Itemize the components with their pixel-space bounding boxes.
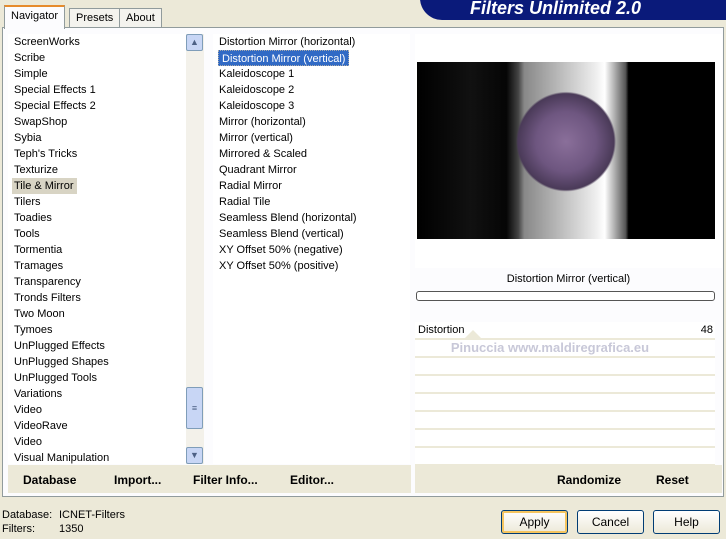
preview-filter-name: Distortion Mirror (vertical) xyxy=(506,273,631,285)
category-list[interactable]: ScreenWorks Scribe Simple Special Effects 1… xyxy=(8,34,186,464)
tab-presets[interactable]: Presets xyxy=(69,8,121,28)
filter-item[interactable]: Seamless Blend (vertical) xyxy=(213,226,410,242)
category-item[interactable]: VideoRave xyxy=(8,418,186,434)
category-item[interactable]: Toadies xyxy=(8,210,186,226)
database-label: Database: xyxy=(2,509,53,521)
watermark: Pinuccia www.maldiregrafica.eu xyxy=(450,340,650,355)
filter-item[interactable]: Mirrored & Scaled xyxy=(213,146,410,162)
filter-item[interactable]: Radial Tile xyxy=(213,194,410,210)
param-value: 48 xyxy=(700,324,713,336)
category-item[interactable]: UnPlugged Effects xyxy=(8,338,186,354)
filters-label: Filters: xyxy=(2,523,35,535)
category-item[interactable]: Variations xyxy=(8,386,186,402)
category-item[interactable]: UnPlugged Tools xyxy=(8,370,186,386)
app-title-banner: Filters Unlimited 2.0 xyxy=(420,0,726,20)
database-button[interactable]: Database xyxy=(23,473,76,487)
category-item[interactable]: Scribe xyxy=(8,50,186,66)
param-row[interactable]: Distortion 48 xyxy=(415,322,715,340)
category-item[interactable]: Special Effects 1 xyxy=(8,82,186,98)
database-value: ICNET-Filters xyxy=(59,509,125,521)
category-item[interactable]: ScreenWorks xyxy=(8,34,186,50)
category-item[interactable]: Special Effects 2 xyxy=(8,98,186,114)
filter-item[interactable]: Distortion Mirror (horizontal) xyxy=(213,34,410,50)
category-item[interactable]: Tormentia xyxy=(8,242,186,258)
filter-item[interactable]: Distortion Mirror (vertical) xyxy=(218,50,350,66)
filter-item[interactable]: Mirror (horizontal) xyxy=(213,114,410,130)
left-button-bar: Database Import... Filter Info... Editor… xyxy=(8,465,411,493)
category-item[interactable]: Tile & Mirror xyxy=(12,178,78,194)
import-button[interactable]: Import... xyxy=(114,473,161,487)
tab-about[interactable]: About xyxy=(119,8,162,28)
filter-item[interactable]: Kaleidoscope 2 xyxy=(213,82,410,98)
category-item[interactable]: Video xyxy=(8,434,186,450)
category-item[interactable]: SwapShop xyxy=(8,114,186,130)
right-button-bar: Randomize Reset xyxy=(415,465,722,493)
scroll-down-icon[interactable]: ▼ xyxy=(186,447,203,464)
tab-navigator[interactable]: Navigator xyxy=(4,5,66,29)
filter-item[interactable]: XY Offset 50% (positive) xyxy=(213,258,410,274)
param-row-empty xyxy=(415,376,715,394)
category-item[interactable]: Tronds Filters xyxy=(8,290,186,306)
category-item[interactable]: Teph's Tricks xyxy=(8,146,186,162)
filter-item[interactable]: XY Offset 50% (negative) xyxy=(213,242,410,258)
param-label: Distortion xyxy=(418,324,465,336)
param-row-empty xyxy=(415,430,715,448)
filter-info-button[interactable]: Filter Info... xyxy=(193,473,258,487)
help-button[interactable]: Help xyxy=(653,510,720,534)
filters-count: 1350 xyxy=(59,523,84,535)
category-scrollbar[interactable]: ▲ ≡ ▼ xyxy=(186,34,204,464)
category-item[interactable]: Simple xyxy=(8,66,186,82)
filter-item[interactable]: Radial Mirror xyxy=(213,178,410,194)
filter-item[interactable]: Kaleidoscope 1 xyxy=(213,66,410,82)
category-item[interactable]: UnPlugged Shapes xyxy=(8,354,186,370)
param-row-empty xyxy=(415,394,715,412)
category-item[interactable]: Tilers xyxy=(8,194,186,210)
category-item[interactable]: Tramages xyxy=(8,258,186,274)
randomize-button[interactable]: Randomize xyxy=(557,473,621,487)
category-item[interactable]: Transparency xyxy=(8,274,186,290)
filter-item[interactable]: Seamless Blend (horizontal) xyxy=(213,210,410,226)
category-item[interactable]: Texturize xyxy=(8,162,186,178)
filter-item[interactable]: Kaleidoscope 3 xyxy=(213,98,410,114)
category-item[interactable]: Visual Manipulation xyxy=(8,450,186,464)
filter-item[interactable]: Quadrant Mirror xyxy=(213,162,410,178)
reset-button[interactable]: Reset xyxy=(656,473,689,487)
param-row-empty xyxy=(415,358,715,376)
progress-bar xyxy=(416,291,715,301)
category-item[interactable]: Tymoes xyxy=(8,322,186,338)
preview-area xyxy=(415,34,722,268)
category-item[interactable]: Tools xyxy=(8,226,186,242)
category-item[interactable]: Sybia xyxy=(8,130,186,146)
apply-button[interactable]: Apply xyxy=(501,510,568,534)
filter-list[interactable]: Distortion Mirror (horizontal) Distortion… xyxy=(213,34,410,464)
param-row-empty xyxy=(415,448,715,466)
category-item[interactable]: Video xyxy=(8,402,186,418)
param-row-empty xyxy=(415,412,715,430)
preview-image xyxy=(417,62,715,239)
filter-item[interactable]: Mirror (vertical) xyxy=(213,130,410,146)
category-item[interactable]: Two Moon xyxy=(8,306,186,322)
scroll-up-icon[interactable]: ▲ xyxy=(186,34,203,51)
editor-button[interactable]: Editor... xyxy=(290,473,334,487)
cancel-button[interactable]: Cancel xyxy=(577,510,644,534)
scroll-thumb[interactable]: ≡ xyxy=(186,387,203,429)
